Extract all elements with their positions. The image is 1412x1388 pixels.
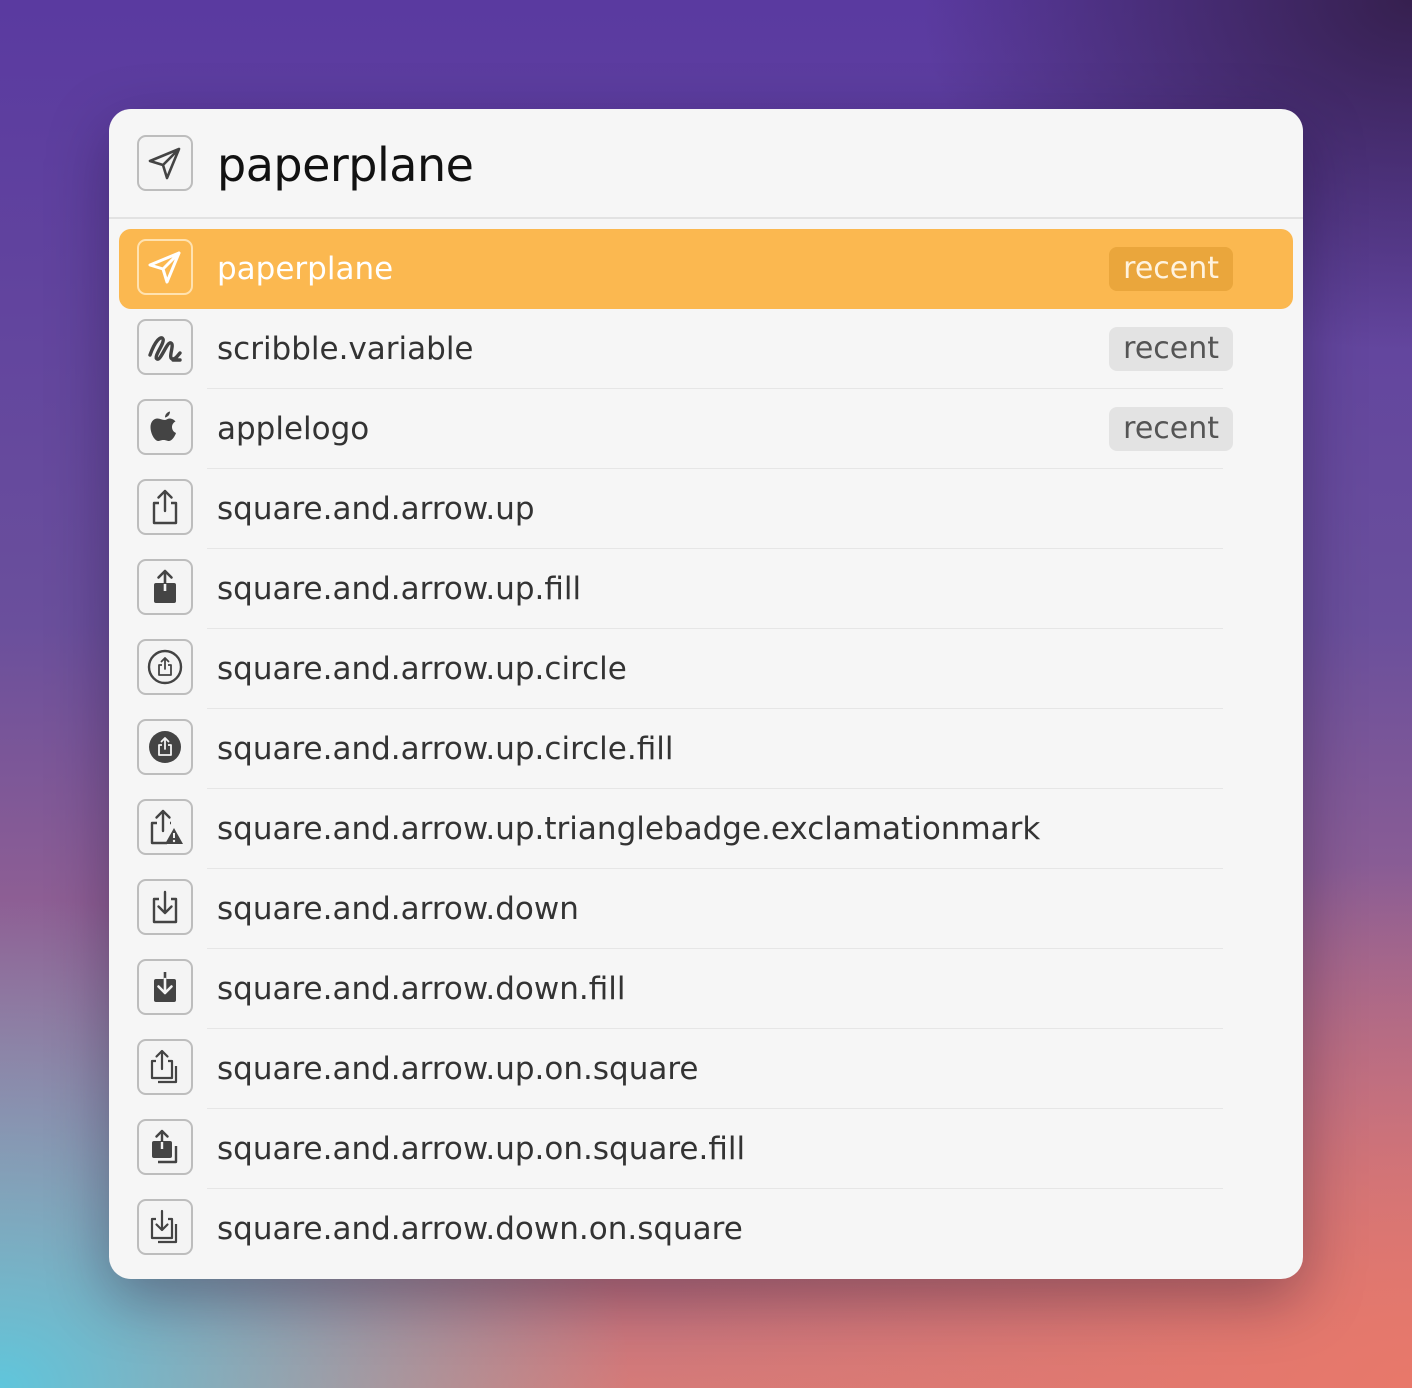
list-item[interactable]: square.and.arrow.down.fill [119,949,1293,1029]
list-item-label: square.and.arrow.up.circle.fill [217,731,674,767]
list-item-label: square.and.arrow.up.circle [217,651,627,687]
results-list: paperplane recent scribble.variable rece… [109,229,1303,1269]
recent-badge: recent [1109,327,1233,371]
list-item-label: paperplane [217,251,394,287]
list-item-label: square.and.arrow.up [217,491,535,527]
list-item-label: square.and.arrow.down.fill [217,971,626,1007]
share-circle-icon [137,639,193,695]
list-item[interactable]: square.and.arrow.up.trianglebadge.exclam… [119,789,1293,869]
list-item-label: square.and.arrow.up.fill [217,571,582,607]
share-on-square-icon [137,1039,193,1095]
search-bar [109,109,1303,219]
list-item[interactable]: square.and.arrow.down [119,869,1293,949]
recent-badge: recent [1109,407,1233,451]
share-icon [137,479,193,535]
download-on-square-icon [137,1199,193,1255]
share-circle-fill-icon [137,719,193,775]
list-item-label: square.and.arrow.down.on.square [217,1211,743,1247]
recent-badge: recent [1109,247,1233,291]
list-item[interactable]: square.and.arrow.up.on.square [119,1029,1293,1109]
share-warning-icon [137,799,193,855]
list-item[interactable]: square.and.arrow.up.circle.fill [119,709,1293,789]
list-item[interactable]: square.and.arrow.up.fill [119,549,1293,629]
paperplane-icon [137,239,193,295]
download-fill-icon [137,959,193,1015]
download-icon [137,879,193,935]
list-item[interactable]: square.and.arrow.up.on.square.fill [119,1109,1293,1189]
list-item-label: square.and.arrow.down [217,891,579,927]
apple-logo-icon [137,399,193,455]
list-item-label: square.and.arrow.up.on.square [217,1051,699,1087]
paperplane-icon [137,135,193,191]
list-item[interactable]: square.and.arrow.up [119,469,1293,549]
list-item[interactable]: applelogo recent [119,389,1293,469]
list-item-label: applelogo [217,411,370,447]
symbol-search-panel: paperplane recent scribble.variable rece… [109,109,1303,1279]
list-item[interactable]: square.and.arrow.up.circle [119,629,1293,709]
list-item-label: square.and.arrow.up.trianglebadge.exclam… [217,811,1041,847]
list-item[interactable]: scribble.variable recent [119,309,1293,389]
list-item-label: scribble.variable [217,331,474,367]
list-item[interactable]: paperplane recent [119,229,1293,309]
search-input[interactable] [217,133,1217,197]
share-fill-icon [137,559,193,615]
list-item-label: square.and.arrow.up.on.square.fill [217,1131,746,1167]
share-on-square-fill-icon [137,1119,193,1175]
scribble-icon [137,319,193,375]
list-item[interactable]: square.and.arrow.down.on.square [119,1189,1293,1269]
